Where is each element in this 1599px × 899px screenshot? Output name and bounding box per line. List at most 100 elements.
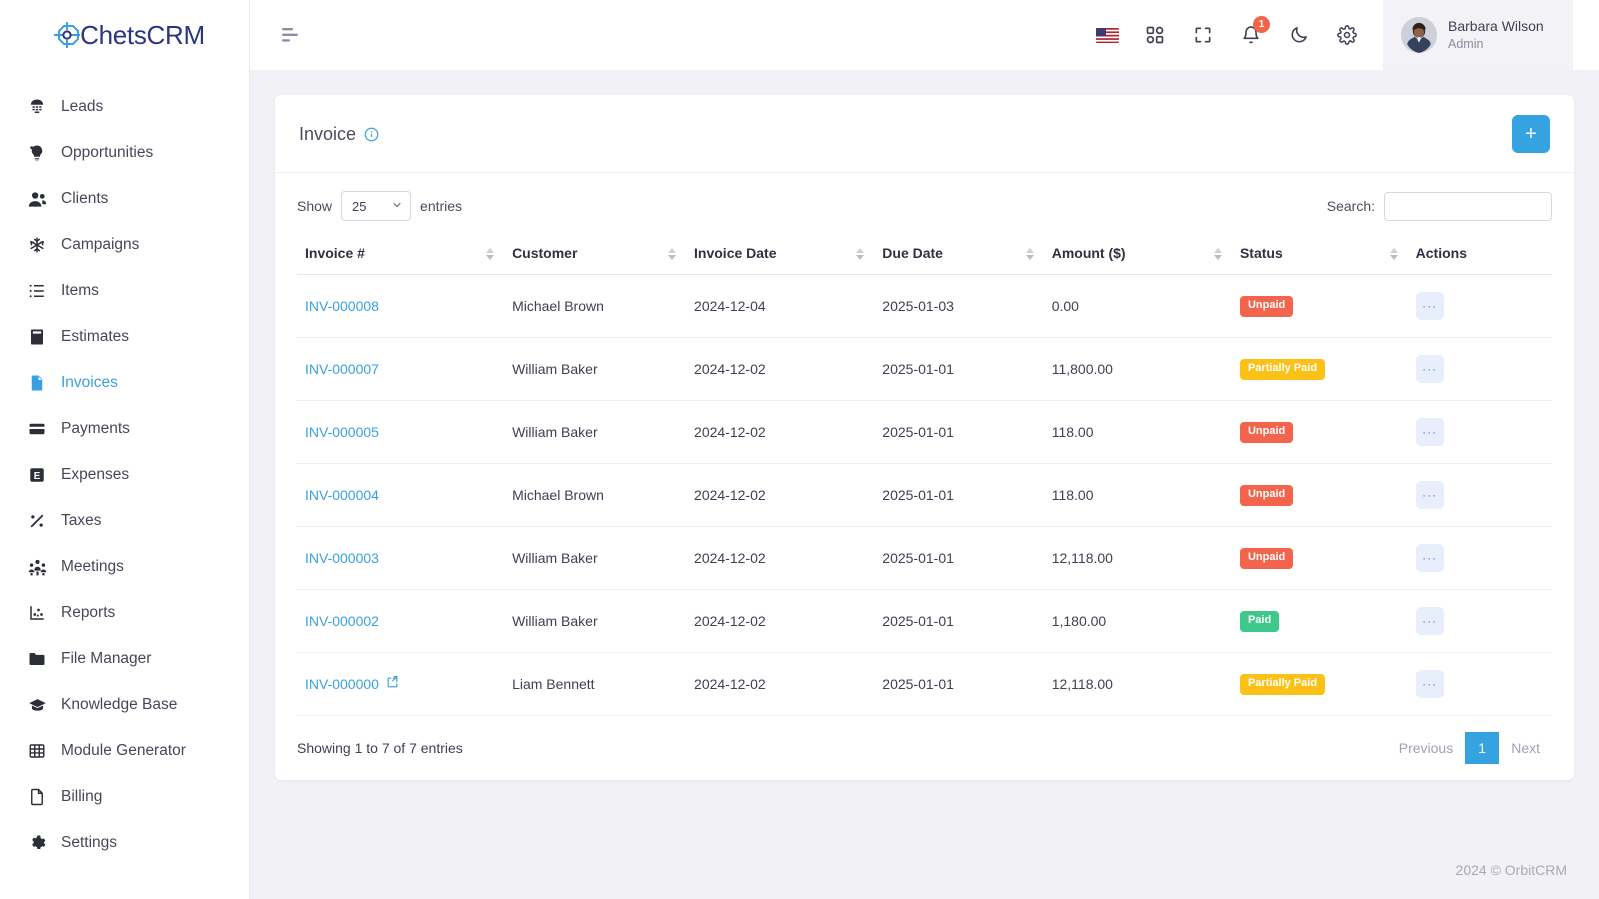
credit-card-icon: [27, 419, 47, 439]
cell-due-date: 2025-01-01: [874, 526, 1044, 590]
cell-status: Unpaid: [1231, 400, 1408, 464]
row-actions-button[interactable]: ···: [1415, 481, 1444, 509]
page-length-select[interactable]: 10 25 50 100: [341, 191, 412, 221]
row-actions-button[interactable]: ···: [1415, 292, 1444, 320]
column-customer[interactable]: Customer: [504, 235, 687, 275]
row-actions-button[interactable]: ···: [1415, 607, 1444, 635]
page-length-control: Show 10 25 50 100: [297, 191, 462, 221]
row-actions-button[interactable]: ···: [1415, 670, 1444, 698]
sidebar-item-expenses[interactable]: E Expenses: [0, 452, 249, 498]
search-input[interactable]: [1384, 191, 1552, 221]
notification-badge: 1: [1253, 16, 1270, 33]
page-title-text: Invoice: [299, 123, 357, 144]
table-controls: Show 10 25 50 100: [297, 191, 1552, 221]
invoice-link[interactable]: INV-000005: [305, 424, 379, 440]
column-label: Actions: [1415, 245, 1467, 261]
footer-text: 2024 © OrbitCRM: [1455, 862, 1567, 878]
document-icon: [27, 787, 47, 807]
card-header: Invoice +: [275, 95, 1574, 173]
invoice-link[interactable]: INV-000000: [305, 675, 399, 692]
chets-logo-icon: [50, 18, 84, 52]
sidebar-item-billing[interactable]: Billing: [0, 774, 249, 820]
sidebar-item-invoices[interactable]: Invoices: [0, 360, 249, 406]
settings-gear-icon[interactable]: [1335, 23, 1359, 47]
invoice-link[interactable]: INV-000004: [305, 487, 379, 503]
hamburger-icon[interactable]: [278, 22, 304, 48]
user-role: Admin: [1448, 37, 1484, 51]
list-icon: [27, 281, 47, 301]
sort-icon: [1213, 247, 1222, 260]
fullscreen-icon[interactable]: [1191, 23, 1215, 47]
column-due-date[interactable]: Due Date: [874, 235, 1044, 275]
invoice-link[interactable]: INV-000003: [305, 550, 379, 566]
brand-logo-area[interactable]: ChetsCRM: [0, 0, 249, 70]
sidebar-item-module-generator[interactable]: Module Generator: [0, 728, 249, 774]
entries-label: entries: [420, 198, 463, 214]
add-invoice-button[interactable]: +: [1512, 115, 1550, 153]
language-flag-us-icon[interactable]: [1095, 23, 1119, 47]
sidebar-item-meetings[interactable]: Meetings: [0, 544, 249, 590]
status-badge: Unpaid: [1239, 485, 1294, 506]
status-badge: Unpaid: [1239, 548, 1294, 569]
main-area: 1 Barbara Wilson Admin Invoice + Show 25…: [250, 0, 1599, 899]
cell-due-date: 2025-01-01: [874, 337, 1044, 401]
sidebar-item-label: Knowledge Base: [61, 696, 178, 713]
sidebar-item-label: Meetings: [61, 558, 124, 575]
sidebar-item-campaigns[interactable]: Campaigns: [0, 222, 249, 268]
info-circle-icon[interactable]: [364, 127, 379, 142]
row-actions-button[interactable]: ···: [1415, 544, 1444, 572]
sidebar-item-leads[interactable]: Leads: [0, 84, 249, 130]
gear-icon: [27, 833, 47, 853]
pagination-next[interactable]: Next: [1499, 732, 1552, 764]
app-root: ChetsCRM Leads Opportunities Clients Cam…: [0, 0, 1599, 899]
asterisk-star-icon: [27, 235, 47, 255]
file-icon: [27, 373, 47, 393]
status-badge: Unpaid: [1239, 296, 1294, 317]
invoice-link[interactable]: INV-000008: [305, 298, 379, 314]
invoice-table: Invoice # Customer Invoice Date Due Date…: [297, 235, 1552, 716]
column-label: Invoice Date: [694, 245, 777, 261]
sidebar-item-reports[interactable]: Reports: [0, 590, 249, 636]
dark-mode-moon-icon[interactable]: [1287, 23, 1311, 47]
table-row: INV-000002 William Baker 2024-12-02 2025…: [297, 589, 1552, 653]
cell-amount: 11,800.00: [1043, 337, 1232, 401]
notifications-bell-icon[interactable]: 1: [1239, 16, 1270, 47]
us-flag: [1095, 27, 1119, 43]
sidebar-item-file-manager[interactable]: File Manager: [0, 636, 249, 682]
status-badge: Paid: [1239, 611, 1280, 632]
pagination-page-1[interactable]: 1: [1465, 732, 1500, 764]
sidebar-item-estimates[interactable]: Estimates: [0, 314, 249, 360]
sidebar-item-label: Estimates: [61, 328, 130, 345]
row-actions-button[interactable]: ···: [1415, 355, 1444, 383]
sidebar-item-label: Settings: [61, 834, 118, 851]
cell-actions: ···: [1407, 589, 1552, 653]
pagination-previous[interactable]: Previous: [1387, 732, 1465, 764]
sidebar-item-payments[interactable]: Payments: [0, 406, 249, 452]
invoice-link[interactable]: INV-000007: [305, 361, 379, 377]
sidebar-item-knowledge-base[interactable]: Knowledge Base: [0, 682, 249, 728]
sort-icon: [486, 247, 495, 260]
column-status[interactable]: Status: [1231, 235, 1408, 275]
column-amount[interactable]: Amount ($): [1043, 235, 1232, 275]
sidebar-item-opportunities[interactable]: Opportunities: [0, 130, 249, 176]
invoice-link[interactable]: INV-000002: [305, 613, 379, 629]
sidebar-item-items[interactable]: Items: [0, 268, 249, 314]
expense-box-icon: E: [27, 465, 47, 485]
cell-invoice-number: INV-000004: [297, 463, 505, 527]
table-head: Invoice # Customer Invoice Date Due Date…: [297, 235, 1552, 275]
user-menu[interactable]: Barbara Wilson Admin: [1383, 0, 1573, 70]
column-invoice-date[interactable]: Invoice Date: [686, 235, 875, 275]
pagination: Previous 1 Next: [1387, 732, 1552, 764]
column-invoice-number[interactable]: Invoice #: [297, 235, 505, 275]
cell-invoice-date: 2024-12-02: [686, 463, 875, 527]
sidebar-item-taxes[interactable]: Taxes: [0, 498, 249, 544]
row-actions-button[interactable]: ···: [1415, 418, 1444, 446]
cell-status: Unpaid: [1231, 274, 1408, 338]
cell-actions: ···: [1407, 400, 1552, 464]
cell-customer: Liam Bennett: [504, 652, 687, 716]
apps-grid-icon[interactable]: [1143, 23, 1167, 47]
column-label: Amount ($): [1051, 245, 1126, 261]
sidebar-item-settings[interactable]: Settings: [0, 820, 249, 866]
sidebar-item-clients[interactable]: Clients: [0, 176, 249, 222]
column-label: Status: [1239, 245, 1283, 261]
